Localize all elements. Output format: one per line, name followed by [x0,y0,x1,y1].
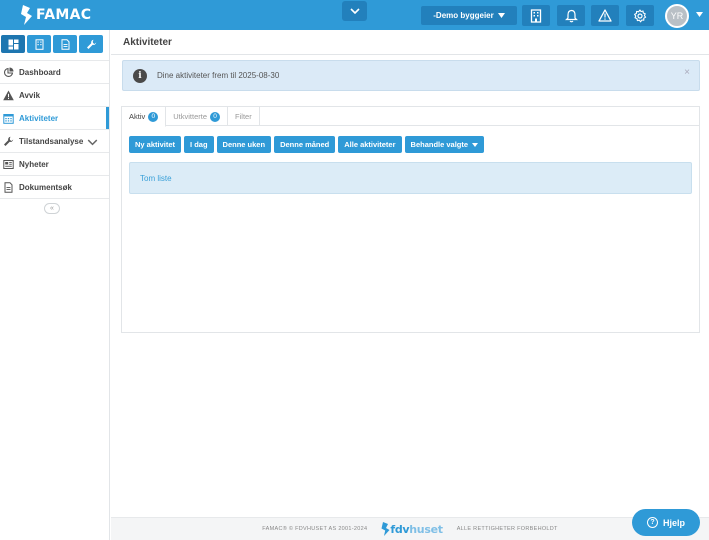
bell-icon [564,9,578,22]
chevron-down-icon [349,8,360,14]
avatar-initials: YR [670,11,684,21]
question-icon: ? [646,517,658,528]
sidebar-tab-documents[interactable] [53,35,77,53]
warning-icon [3,90,14,100]
calendar-icon [3,113,14,124]
sidebar-item-label: Dashboard [19,67,61,77]
alert-text: Dine aktiviteter frem til 2025-08-30 [157,71,280,80]
sidebar-item-avvik[interactable]: Avvik [0,84,109,107]
owner-dropdown[interactable]: -Demo byggeier [421,6,517,25]
building-button[interactable] [522,5,550,26]
newspaper-icon [3,159,14,169]
sidebar-item-dashboard[interactable]: Dashboard [0,61,109,84]
this-month-button[interactable]: Denne måned [274,136,336,153]
all-activities-button[interactable]: Alle aktiviteter [338,136,402,153]
double-chevron-left-icon: « [50,205,54,212]
tab-filter[interactable]: Filter [228,107,260,126]
close-icon[interactable]: × [684,67,690,78]
sidebar-item-label: Tilstandsanalyse [19,136,84,146]
sidebar-item-label: Nyheter [19,159,49,169]
brand-name: FAMAC [36,7,92,23]
this-week-button[interactable]: Denne uken [216,136,272,153]
collapse-sidebar-button[interactable]: « [44,203,60,214]
fdvhuset-logo-icon [381,522,390,536]
tab-label: Filter [235,112,252,121]
action-toolbar: Ny aktivitet I dag Denne uken Denne måne… [129,136,485,153]
handle-selected-dropdown[interactable]: Behandle valgte [404,136,485,153]
today-button[interactable]: I dag [184,136,214,153]
rights-text: ALLE RETTIGHETER FORBEHOLDT [456,526,558,532]
count-badge: 0 [148,111,159,122]
user-avatar[interactable]: YR [665,4,689,28]
empty-list-text: Tom liste [140,173,172,183]
chevron-down-icon[interactable] [87,137,98,148]
notifications-button[interactable] [557,5,585,26]
page-header: Aktiviteter [111,30,709,55]
famac-logo[interactable]: FAMAC [20,5,91,25]
tab-utkvitterte[interactable]: Utkvitterte 0 [166,107,229,126]
building-icon [530,8,542,23]
sidebar: Dashboard Avvik Aktiviteter Tilstandsana… [0,30,110,540]
page-title: Aktiviteter [123,37,172,48]
logo-main-text: fdv [390,522,410,536]
sidebar-nav: Dashboard Avvik Aktiviteter Tilstandsana… [0,60,109,199]
settings-button[interactable] [626,5,654,26]
user-menu-caret-icon[interactable] [696,12,703,17]
top-bar: FAMAC -Demo byggeier YR [0,0,709,30]
warning-icon [598,9,612,22]
sidebar-tab-dashboard[interactable] [1,35,25,53]
handle-selected-label: Behandle valgte [410,140,469,149]
count-badge: 0 [210,111,221,122]
tab-label: Aktiv [129,112,146,121]
sidebar-item-label: Avvik [19,90,41,100]
info-alert: i Dine aktiviteter frem til 2025-08-30 × [122,60,700,91]
copyright-text: FAMAC® © FDVHUSET AS 2001-2024 [262,526,368,532]
sidebar-tab-buildings[interactable] [27,35,51,53]
sidebar-item-aktiviteter[interactable]: Aktiviteter [0,107,109,130]
sidebar-item-tilstandsanalyse[interactable]: Tilstandsanalyse [0,130,109,153]
building-icon [35,38,43,50]
fdvhuset-logo[interactable]: fdv huset [381,522,443,536]
empty-list-message: Tom liste [129,162,692,194]
activity-tabs: Aktiv 0 Utkvitterte 0 Filter [122,107,699,127]
footer: FAMAC® © FDVHUSET AS 2001-2024 fdv huset … [111,517,709,540]
caret-down-icon [497,13,505,18]
document-icon [4,181,13,193]
deviations-button[interactable] [591,5,619,26]
wrench-icon [86,39,96,49]
wrench-icon [4,136,14,146]
caret-down-icon [472,142,479,147]
tab-label: Utkvitterte [173,112,208,121]
new-activity-button[interactable]: Ny aktivitet [129,136,182,153]
sidebar-tab-tools[interactable] [79,35,103,53]
logo-light-text: huset [409,522,443,536]
tab-aktiv[interactable]: Aktiv 0 [122,107,167,127]
help-label: Hjelp [662,517,685,528]
collapse-header-button[interactable] [342,1,367,21]
famac-logo-icon [21,5,32,25]
sidebar-item-label: Dokumentsøk [19,182,72,192]
gear-icon [634,8,647,22]
help-button[interactable]: ? Hjelp [632,509,700,536]
sidebar-item-nyheter[interactable]: Nyheter [0,153,109,176]
sidebar-item-label: Aktiviteter [19,113,59,123]
sidebar-tabs [1,35,103,53]
pie-chart-icon [4,67,14,77]
sidebar-item-dokumentsok[interactable]: Dokumentsøk [0,176,109,199]
document-icon [61,38,69,50]
activities-panel: Aktiv 0 Utkvitterte 0 Filter Ny aktivite… [121,106,700,333]
info-icon: i [133,68,147,83]
owner-dropdown-label: -Demo byggeier [433,11,494,20]
dashboard-grid-icon [8,39,18,49]
